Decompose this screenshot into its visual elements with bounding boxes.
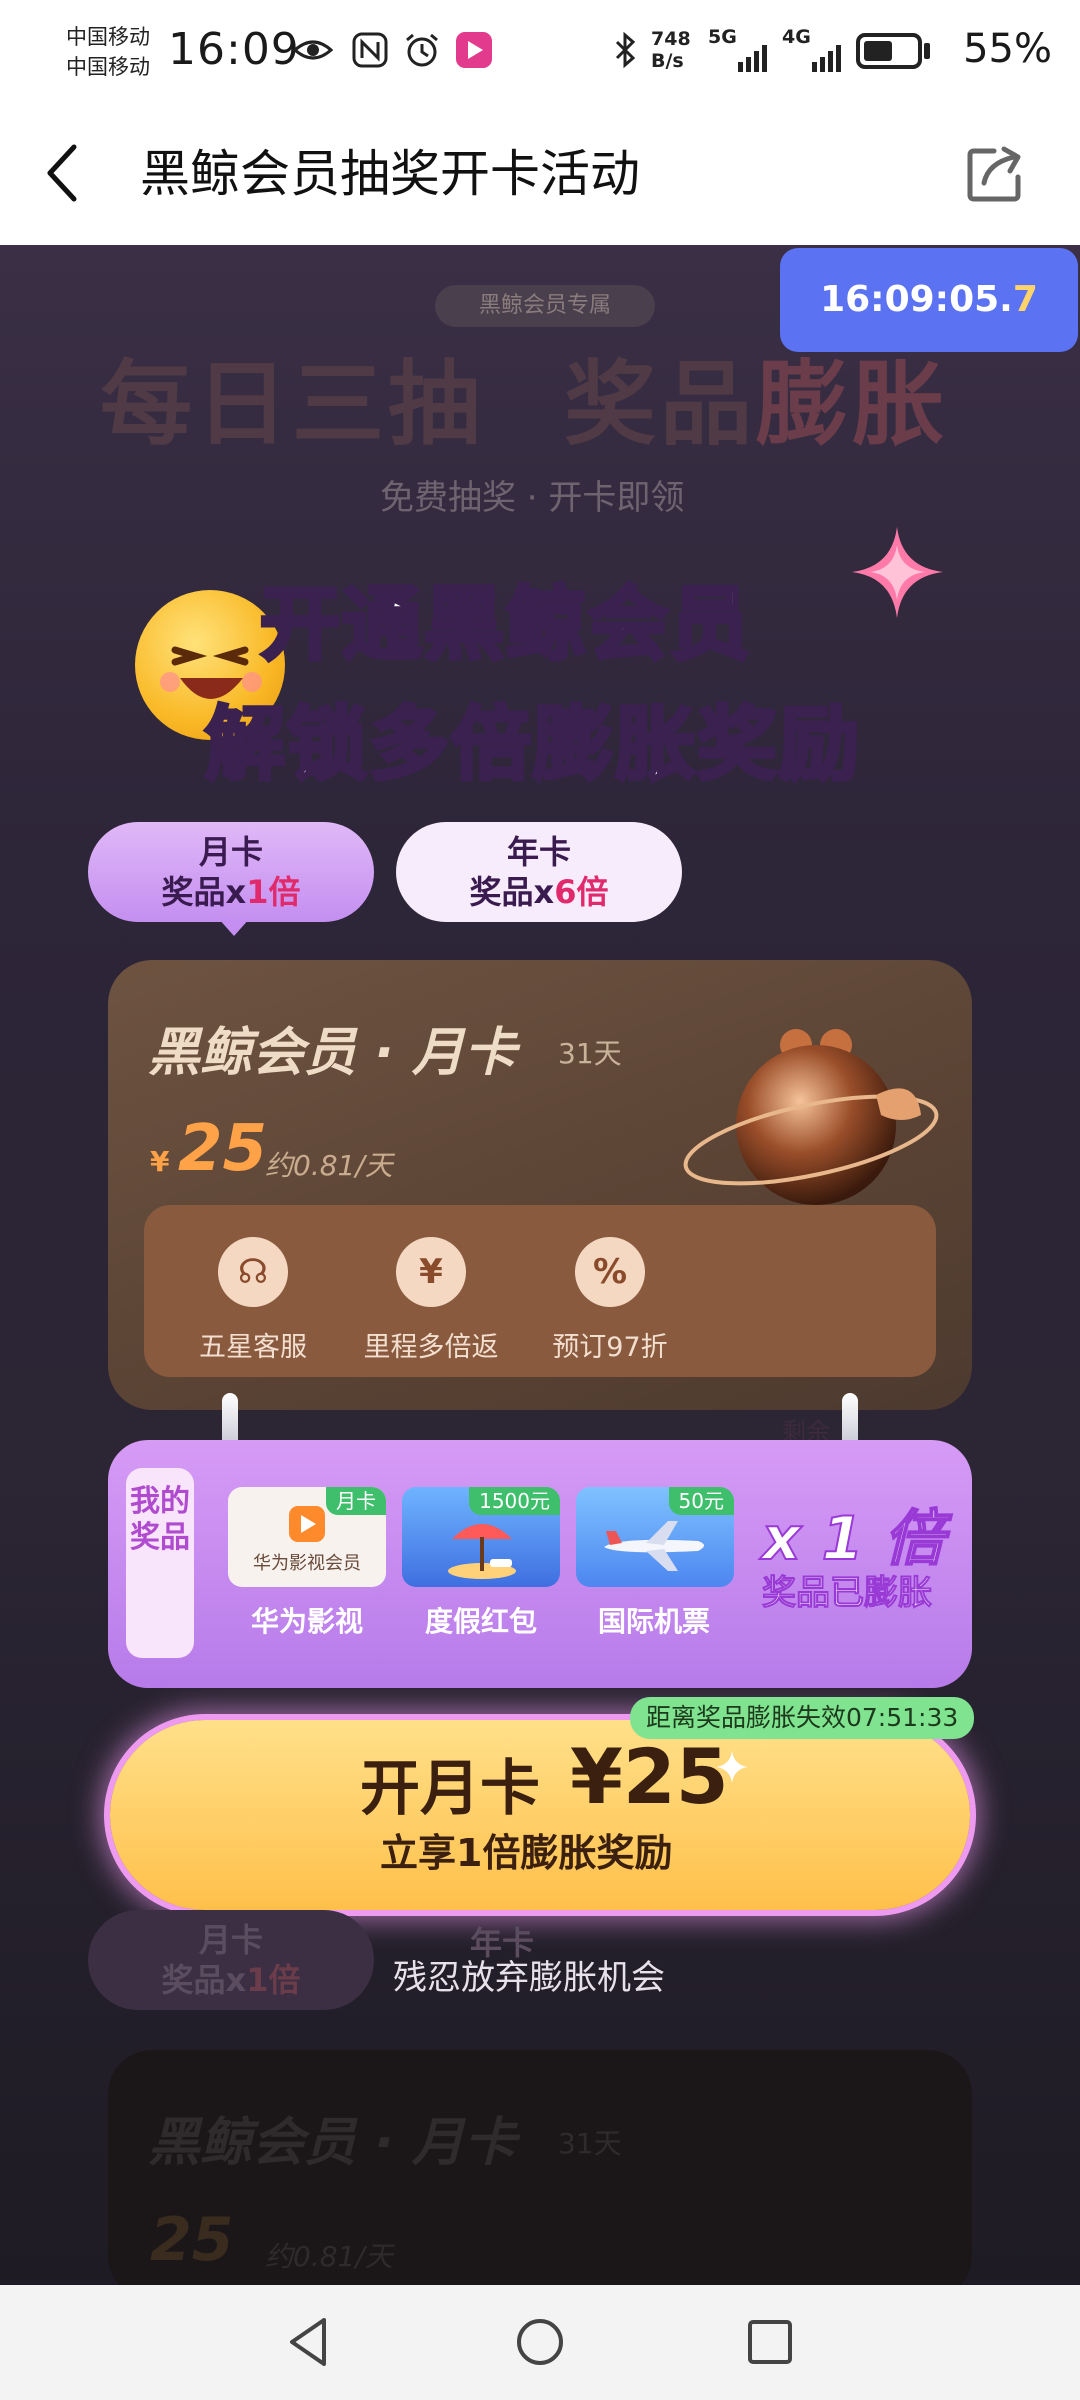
battery-icon xyxy=(856,33,922,69)
net-speed: 748 B/s xyxy=(651,28,691,72)
share-icon[interactable] xyxy=(964,143,1026,205)
tab-annual-prefix: 奖品x xyxy=(469,873,555,911)
prize-multiplier: x 1 倍 xyxy=(761,1503,945,1575)
yuan-icon: ¥ xyxy=(396,1237,466,1307)
signal-5g-icon xyxy=(738,45,767,72)
dim-card-duration: 31天 xyxy=(558,2127,622,2160)
tab-annual-title: 年卡 xyxy=(506,833,571,871)
perk-label-discount: 预订97折 xyxy=(552,1332,668,1363)
status-clock: 16:09 xyxy=(168,24,300,75)
star-sparkle-icon xyxy=(716,1751,748,1783)
carrier-info: 中国移动 中国移动 xyxy=(66,22,150,82)
give-up-link[interactable]: 残忍放弃膨胀机会 xyxy=(393,1950,665,1999)
prize-label-video: 华为影视 xyxy=(250,1605,363,1638)
promo-subtitle: 免费抽奖 · 开卡即领 xyxy=(380,478,685,518)
bluetooth-icon xyxy=(615,31,636,69)
dim-tab-prefix: 奖品x xyxy=(161,1961,247,1999)
promo-big-b: 奖品 xyxy=(564,351,757,458)
price-per-day: 约0.81/天 xyxy=(265,1149,393,1182)
battery-fill xyxy=(864,41,892,61)
tab-selected-arrow xyxy=(218,918,250,936)
nav-back-icon[interactable] xyxy=(278,2310,342,2374)
eye-icon xyxy=(293,40,333,60)
dim-card-title: 黑鲸会员 · 月卡 xyxy=(148,2113,516,2173)
perk-label-mileage: 里程多倍返 xyxy=(363,1332,499,1363)
expire-countdown-badge: 距离奖品膨胀失效07:51:33 xyxy=(630,1697,975,1739)
cta-price: ¥25 xyxy=(570,1732,729,1821)
perk-label-service: 五星客服 xyxy=(199,1332,307,1363)
tab-monthly-multiplier: 奖品x1倍 xyxy=(88,872,374,912)
app-header: 黑鲸会员抽奖开卡活动 xyxy=(0,105,1080,245)
carrier-1: 中国移动 xyxy=(66,25,150,49)
huawei-video-icon xyxy=(289,1506,325,1542)
dim-card-price: 25 xyxy=(150,2205,234,2275)
net-speed-unit: B/s xyxy=(651,50,684,72)
battery-cap xyxy=(924,43,930,59)
tab-monthly-value: 1倍 xyxy=(246,873,301,911)
prize-multiplier-note: 奖品已膨胀 xyxy=(762,1573,933,1614)
signal-4g-icon xyxy=(812,45,841,72)
dim-membership-card xyxy=(108,2050,972,2300)
cta-main-label: 开月卡 xyxy=(360,1754,540,1824)
tab-monthly-card[interactable]: 月卡 奖品x1倍 xyxy=(88,822,374,922)
discount-icon: % xyxy=(575,1237,645,1307)
nav-recents-icon[interactable] xyxy=(738,2310,802,2374)
timer-main: 16:09:05. xyxy=(820,279,1013,320)
timer-last-digit: 7 xyxy=(1012,279,1038,320)
airplane-icon xyxy=(604,1521,704,1571)
tab-annual-card[interactable]: 年卡 奖品x6倍 xyxy=(396,822,682,922)
card-duration: 31天 xyxy=(558,1037,622,1070)
member-badge: 黑鲸会员专属 xyxy=(435,285,655,327)
tab-annual-multiplier: 奖品x6倍 xyxy=(396,872,682,912)
card-price: 25 xyxy=(178,1112,268,1186)
headline-2: 解锁多倍膨胀奖励 xyxy=(203,696,861,793)
black-whale-logo-icon xyxy=(683,1029,939,1205)
nav-home-icon[interactable] xyxy=(508,2310,572,2374)
prize-tag: 50元 xyxy=(668,1487,734,1515)
nfc-icon xyxy=(352,32,388,68)
tab-monthly-prefix: 奖品x xyxy=(161,873,247,911)
prize-image-text: 华为影视会员 xyxy=(253,1553,361,1574)
cta-sub-label: 立享1倍膨胀奖励 xyxy=(380,1831,673,1875)
alarm-icon xyxy=(406,33,438,67)
beach-umbrella-icon xyxy=(448,1524,516,1579)
prize-label-vacation: 度假红包 xyxy=(424,1605,537,1638)
video-app-icon xyxy=(456,32,492,68)
countdown-timer: 16:09:05.7 xyxy=(780,248,1078,352)
dim-tab-multiplier: 奖品x1倍 xyxy=(88,1960,374,2000)
promo-big-c: 膨胀 xyxy=(756,351,949,458)
headline-1: 开通黑鲸会员 xyxy=(258,576,752,673)
prize-tag: 月卡 xyxy=(326,1487,386,1515)
dim-price-per-day: 约0.81/天 xyxy=(265,2240,393,2273)
battery-percent: 55% xyxy=(963,26,1052,72)
prize-vacation-card[interactable]: 1500元 xyxy=(402,1487,560,1587)
prize-flight-card[interactable]: 50元 xyxy=(576,1487,734,1587)
prize-video-card[interactable]: 月卡 华为影视会员 xyxy=(228,1487,386,1587)
open-monthly-card-button[interactable] xyxy=(110,1720,970,1910)
sparkle-icon xyxy=(852,527,943,618)
my-prizes-label: 我的奖品 xyxy=(126,1468,194,1658)
dim-tab-monthly: 月卡 奖品x1倍 xyxy=(88,1910,374,2010)
net-speed-value: 748 xyxy=(651,28,691,50)
headset-icon: ☊ xyxy=(218,1237,288,1307)
dim-tab-value: 1倍 xyxy=(246,1961,301,1999)
page-title: 黑鲸会员抽奖开卡活动 xyxy=(140,145,640,203)
carrier-2: 中国移动 xyxy=(66,55,150,79)
dim-tab-title: 月卡 xyxy=(198,1921,263,1959)
price-currency: ¥ xyxy=(150,1145,170,1178)
promo-big-a: 每日三抽 xyxy=(100,351,485,458)
tab-monthly-title: 月卡 xyxy=(198,833,263,871)
card-title: 黑鲸会员 · 月卡 xyxy=(148,1023,516,1083)
back-arrow-icon[interactable] xyxy=(40,141,84,205)
tab-annual-value: 6倍 xyxy=(554,873,609,911)
prize-label-flight: 国际机票 xyxy=(597,1605,710,1638)
